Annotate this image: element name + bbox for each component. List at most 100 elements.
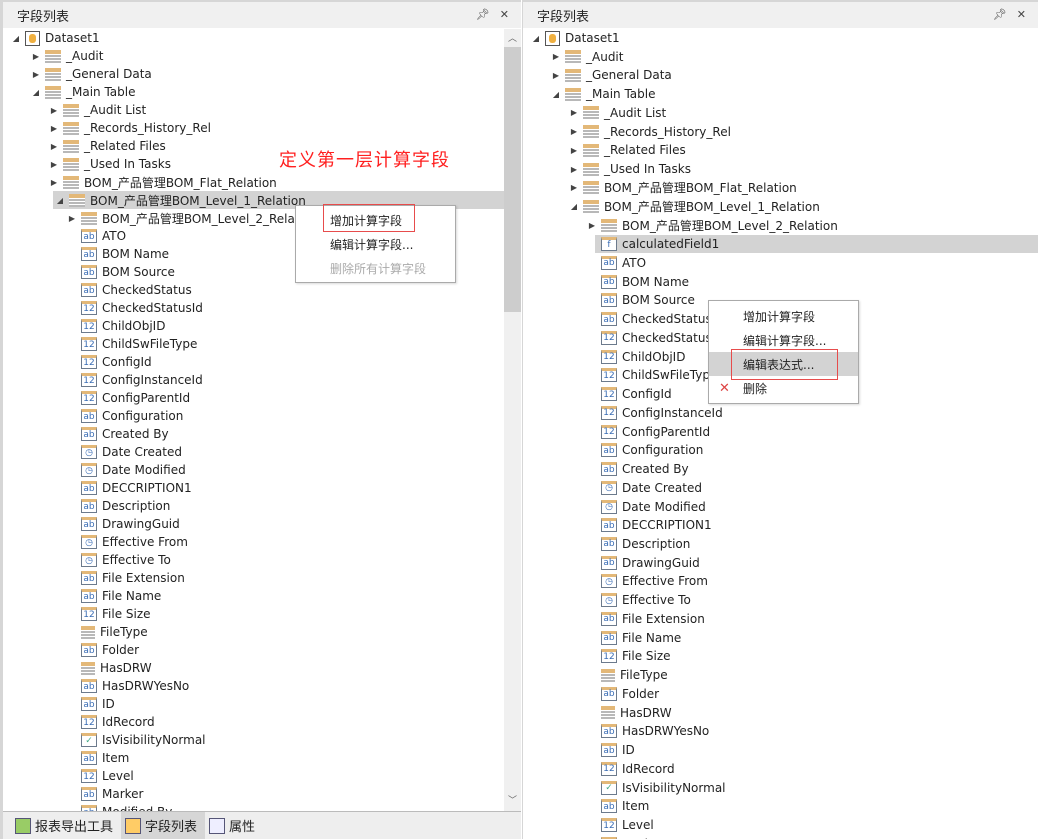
field-item[interactable]: abMarker: [523, 835, 1038, 839]
field-item[interactable]: ab File Name: [3, 587, 504, 605]
tree-node[interactable]: ▶ _Related Files: [523, 141, 1038, 159]
tab-report-export[interactable]: 报表导出工具: [11, 812, 121, 839]
scroll-up-icon[interactable]: ︿: [504, 31, 521, 47]
vertical-scrollbar[interactable]: ︿ ﹀: [504, 29, 521, 811]
field-item[interactable]: 12 IdRecord: [3, 713, 504, 731]
field-item[interactable]: ◷ Effective From: [3, 533, 504, 551]
expand-arrow-icon[interactable]: ▶: [31, 52, 41, 61]
field-item[interactable]: ab Configuration: [523, 441, 1038, 459]
field-item[interactable]: ab Description: [523, 535, 1038, 553]
field-item[interactable]: 12 Level: [523, 816, 1038, 834]
pin-icon[interactable]: 📌︎: [476, 8, 490, 21]
tab-properties[interactable]: 属性: [205, 812, 263, 839]
field-item[interactable]: 12 ConfigId: [3, 353, 504, 371]
field-item[interactable]: ab HasDRWYesNo: [3, 677, 504, 695]
expand-arrow-icon[interactable]: ▶: [569, 127, 579, 136]
collapse-arrow-icon[interactable]: ◢: [11, 34, 21, 43]
field-item[interactable]: 12 ChildSwFileType: [3, 335, 504, 353]
menu-item-edit-expression[interactable]: 编辑表达式...: [709, 352, 858, 376]
tree-node[interactable]: ▶ _General Data: [523, 66, 1038, 84]
field-item[interactable]: 12 IdRecord: [523, 760, 1038, 778]
field-item[interactable]: ab DrawingGuid: [523, 554, 1038, 572]
tree-node[interactable]: ◢ BOM_产品管理BOM_Level_1_Relation: [523, 198, 1038, 216]
field-item[interactable]: ab Folder: [3, 641, 504, 659]
scrollbar-thumb[interactable]: [504, 47, 521, 312]
tree-node[interactable]: ▶ _General Data: [3, 65, 504, 83]
field-item[interactable]: ab File Extension: [3, 569, 504, 587]
field-item[interactable]: 12 CheckedStatusId: [3, 299, 504, 317]
tree-node[interactable]: ▶ BOM_产品管理BOM_Flat_Relation: [3, 173, 504, 191]
field-item[interactable]: f calculatedField1: [595, 235, 1038, 254]
field-item[interactable]: 12 ConfigInstanceId: [523, 404, 1038, 422]
expand-arrow-icon[interactable]: ▶: [551, 71, 561, 80]
field-item[interactable]: 12 Level: [3, 767, 504, 785]
expand-arrow-icon[interactable]: ▶: [49, 124, 59, 133]
field-item[interactable]: ab DrawingGuid: [3, 515, 504, 533]
field-item[interactable]: FileType: [523, 666, 1038, 684]
field-item[interactable]: ◷ Date Modified: [523, 498, 1038, 516]
field-item[interactable]: ab CheckedStatus: [3, 281, 504, 299]
expand-arrow-icon[interactable]: ▶: [551, 52, 561, 61]
field-item[interactable]: ab HasDRWYesNo: [523, 722, 1038, 740]
close-icon[interactable]: ✕: [1017, 8, 1026, 21]
expand-arrow-icon[interactable]: ▶: [67, 214, 77, 223]
field-item[interactable]: ab ID: [523, 741, 1038, 759]
field-item[interactable]: ◷ Effective To: [523, 591, 1038, 609]
field-item[interactable]: 12 ConfigInstanceId: [3, 371, 504, 389]
expand-arrow-icon[interactable]: ▶: [49, 142, 59, 151]
tree-node[interactable]: ▶ _Audit List: [523, 104, 1038, 122]
menu-item-add-calculated-field[interactable]: 增加计算字段: [296, 208, 455, 232]
field-item[interactable]: ab Item: [3, 749, 504, 767]
menu-item-edit-calculated-field[interactable]: 编辑计算字段...: [296, 232, 455, 256]
tree-node[interactable]: ▶ _Records_History_Rel: [3, 119, 504, 137]
expand-arrow-icon[interactable]: ▶: [569, 146, 579, 155]
collapse-arrow-icon[interactable]: ◢: [55, 196, 65, 205]
field-item[interactable]: FileType: [3, 623, 504, 641]
tree-node[interactable]: ▶ BOM_产品管理BOM_Level_2_Relation: [523, 216, 1038, 234]
expand-arrow-icon[interactable]: ▶: [587, 221, 597, 230]
expand-arrow-icon[interactable]: ▶: [49, 106, 59, 115]
field-item[interactable]: ab Created By: [3, 425, 504, 443]
collapse-arrow-icon[interactable]: ◢: [569, 202, 579, 211]
field-item[interactable]: ✓ IsVisibilityNormal: [523, 779, 1038, 797]
field-item[interactable]: 12 File Size: [3, 605, 504, 623]
expand-arrow-icon[interactable]: ▶: [49, 178, 59, 187]
tree-node[interactable]: ▶ _Audit: [523, 48, 1038, 66]
expand-arrow-icon[interactable]: ▶: [569, 108, 579, 117]
tree-node[interactable]: ◢ _Main Table: [523, 85, 1038, 103]
menu-item-add-calculated-field[interactable]: 增加计算字段: [709, 304, 858, 328]
field-item[interactable]: ◷ Date Created: [523, 479, 1038, 497]
field-item[interactable]: abMarker: [3, 785, 504, 803]
collapse-arrow-icon[interactable]: ◢: [31, 88, 41, 97]
field-item[interactable]: ab ID: [3, 695, 504, 713]
field-item[interactable]: ◷ Date Created: [3, 443, 504, 461]
expand-arrow-icon[interactable]: ▶: [49, 160, 59, 169]
pin-icon[interactable]: 📌︎: [993, 8, 1007, 21]
collapse-arrow-icon[interactable]: ◢: [531, 34, 541, 43]
scroll-down-icon[interactable]: ﹀: [504, 793, 521, 809]
tree-node[interactable]: ▶ _Used In Tasks: [523, 160, 1038, 178]
field-item[interactable]: ✓ IsVisibilityNormal: [3, 731, 504, 749]
field-item[interactable]: ab Created By: [523, 460, 1038, 478]
field-item[interactable]: 12 File Size: [523, 647, 1038, 665]
field-item[interactable]: ◷ Date Modified: [3, 461, 504, 479]
tree-node[interactable]: ▶ BOM_产品管理BOM_Flat_Relation: [523, 179, 1038, 197]
tree-node[interactable]: ◢ Dataset1: [523, 29, 1038, 47]
field-item[interactable]: HasDRW: [523, 704, 1038, 722]
field-item[interactable]: 12 ConfigParentId: [3, 389, 504, 407]
field-item[interactable]: ab File Extension: [523, 610, 1038, 628]
field-item[interactable]: ab BOM Name: [523, 273, 1038, 291]
field-item[interactable]: ◷ Effective To: [3, 551, 504, 569]
field-item[interactable]: ab Configuration: [3, 407, 504, 425]
field-item[interactable]: 12 ConfigParentId: [523, 423, 1038, 441]
field-item[interactable]: abModified By: [3, 803, 504, 811]
tree-node[interactable]: ▶ _Audit: [3, 47, 504, 65]
tree-node[interactable]: ◢ Dataset1: [3, 29, 504, 47]
tree-node[interactable]: ▶ _Audit List: [3, 101, 504, 119]
field-item[interactable]: ab ATO: [523, 254, 1038, 272]
close-icon[interactable]: ✕: [500, 8, 509, 21]
collapse-arrow-icon[interactable]: ◢: [551, 90, 561, 99]
field-item[interactable]: ab Description: [3, 497, 504, 515]
tab-field-list[interactable]: 字段列表: [121, 812, 206, 839]
field-item[interactable]: ab File Name: [523, 629, 1038, 647]
